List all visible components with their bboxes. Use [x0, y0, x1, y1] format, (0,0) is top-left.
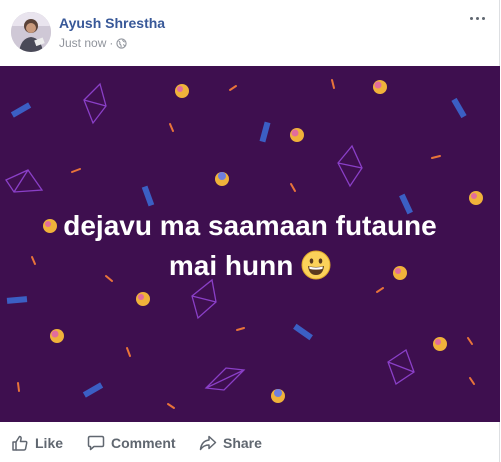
comment-label: Comment — [111, 434, 176, 451]
share-label: Share — [223, 434, 262, 451]
meta-separator: · — [109, 36, 114, 50]
comment-button[interactable]: Comment — [87, 427, 176, 459]
post-card: Ayush Shrestha Just now · dejavu ma saam… — [0, 0, 500, 462]
grinning-face-emoji-icon — [301, 250, 331, 280]
post-text-line2: mai hunn — [168, 250, 294, 281]
more-options-icon[interactable] — [470, 12, 490, 24]
post-text: dejavu ma saamaan futaune mai hunn — [0, 206, 500, 286]
share-button[interactable]: Share — [199, 427, 262, 459]
like-button[interactable]: Like — [11, 427, 63, 459]
thumbs-up-icon — [12, 435, 28, 451]
post-meta: Just now · — [59, 36, 127, 50]
globe-icon[interactable] — [116, 37, 127, 49]
post-background-banner: dejavu ma saamaan futaune mai hunn — [0, 66, 500, 422]
avatar-photo — [11, 12, 51, 52]
author-name[interactable]: Ayush Shrestha — [59, 15, 165, 31]
post-actions-bar: Like Comment Share — [0, 423, 500, 462]
share-arrow-icon — [199, 435, 217, 450]
speech-bubble-icon — [87, 435, 105, 450]
post-timestamp[interactable]: Just now — [59, 36, 106, 50]
like-label: Like — [35, 434, 64, 451]
post-text-line1: dejavu ma saamaan futaune — [63, 210, 437, 241]
post-header: Ayush Shrestha Just now · — [0, 0, 500, 66]
author-avatar[interactable] — [11, 12, 51, 52]
